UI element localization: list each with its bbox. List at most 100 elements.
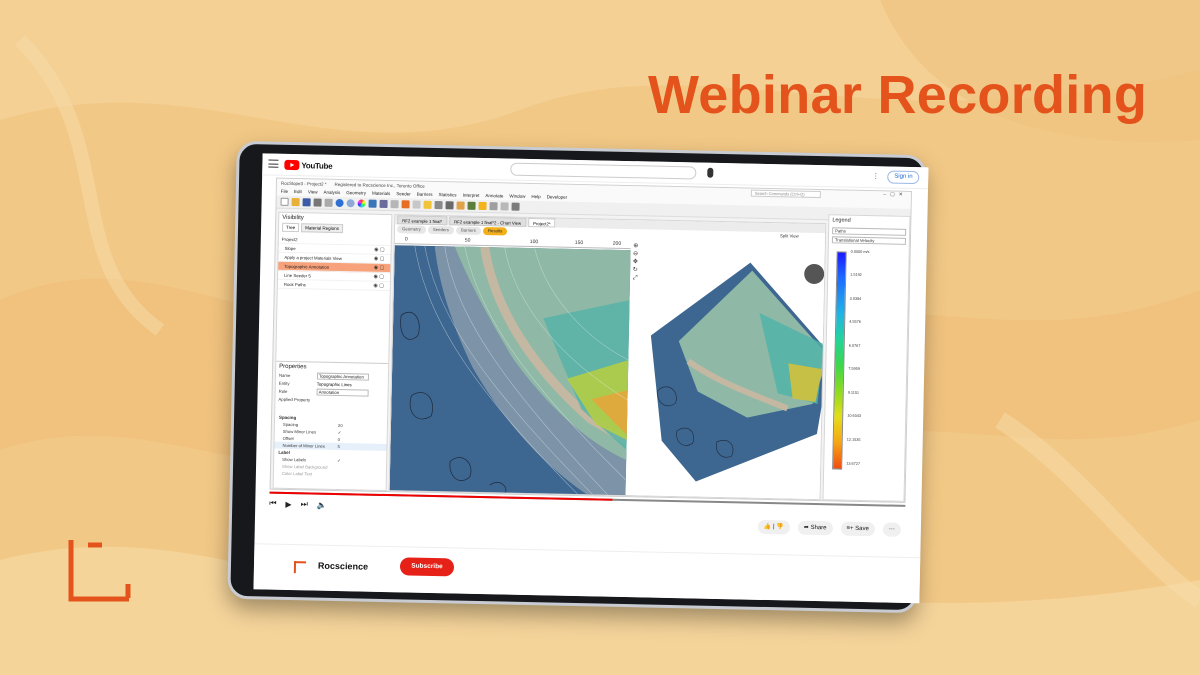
plan-view-map[interactable] <box>389 245 631 498</box>
youtube-logo[interactable]: YouTube <box>284 159 332 172</box>
menu-analysis[interactable]: Analysis <box>323 189 340 197</box>
offset-value[interactable]: 0 <box>338 436 340 443</box>
doc-tab[interactable]: Project2* <box>528 217 556 228</box>
menu-geometry[interactable]: Geometry <box>346 189 366 197</box>
materials-icon[interactable] <box>368 199 377 208</box>
channel-logo-icon[interactable] <box>293 561 307 574</box>
save-button[interactable]: ≡+ Save <box>840 521 876 537</box>
barrier-icon[interactable] <box>412 200 421 209</box>
save-icon[interactable] <box>302 198 311 207</box>
pan-icon[interactable]: ✥ <box>630 258 640 266</box>
menu-barriers[interactable]: Barriers <box>417 191 433 199</box>
property-role-select[interactable]: Annotation <box>316 388 369 397</box>
open-folder-icon[interactable] <box>291 197 300 207</box>
new-file-icon[interactable] <box>280 197 289 206</box>
doc-tab[interactable]: RF2 example 1 final* <box>397 215 448 226</box>
tab-tree[interactable]: Tree <box>281 222 300 233</box>
share-icon: ➦ <box>803 524 809 531</box>
show-labels-checkbox[interactable]: ✓ <box>337 457 341 464</box>
more-actions-button[interactable]: ⋯ <box>882 522 902 537</box>
print-icon[interactable] <box>313 198 322 207</box>
ruler-tick: 100 <box>529 238 539 246</box>
label-row: Color Label Text <box>274 470 386 479</box>
eye-icon[interactable]: ◉ ▢ <box>374 255 385 264</box>
legend-value: 3.0384 <box>849 296 862 301</box>
property-name-field[interactable]: Topographic Annotation <box>316 372 370 381</box>
menu-statistics[interactable]: Statistics <box>438 191 457 199</box>
legend-value: 13.6727 <box>846 461 861 466</box>
save-icon: ≡+ <box>846 525 854 532</box>
menu-edit[interactable]: Edit <box>294 188 302 196</box>
legend-value: 4.5576 <box>849 319 861 324</box>
window-controls[interactable]: –▢✕ <box>883 191 907 197</box>
visibility-pane: Visibility Tree Material Regions Project… <box>272 211 393 492</box>
legend-data-select[interactable]: Paths <box>832 227 907 236</box>
zoom-in-icon[interactable]: ⊕ <box>631 242 641 250</box>
rotate-icon[interactable]: ↻ <box>630 266 640 274</box>
menu-materials[interactable]: Materials <box>372 190 390 198</box>
compute-icon[interactable] <box>467 201 476 210</box>
tab-seeders[interactable]: Seeders <box>427 225 455 235</box>
report-icon[interactable] <box>500 202 509 211</box>
surface-icon[interactable] <box>379 199 388 208</box>
zoom-out-icon[interactable]: ⊖ <box>631 250 641 258</box>
copy-icon[interactable] <box>324 198 333 207</box>
volume-icon[interactable]: 🔈 <box>317 500 327 509</box>
sign-in-button[interactable]: Sign in <box>887 170 920 185</box>
play-icon[interactable]: ▶ <box>285 499 291 508</box>
menu-developer[interactable]: Developer <box>547 193 568 201</box>
color-wheel-icon[interactable] <box>357 199 366 208</box>
menu-annotate[interactable]: Annotate <box>485 192 503 200</box>
tab-geometry[interactable]: Geometry <box>396 225 427 234</box>
doc-tab[interactable]: RF2 example 1 final*2 - Chart View <box>449 216 527 227</box>
split-view-button[interactable]: Split View <box>780 233 799 238</box>
more-icon[interactable]: ⋮ <box>872 172 879 180</box>
eye-icon[interactable]: ◉ ▢ <box>374 246 385 255</box>
rocslope-app-window: RocSlope3 - Project2 * Registered to Roc… <box>269 177 912 503</box>
path-tool-icon[interactable] <box>445 201 454 210</box>
results-icon[interactable] <box>478 201 487 211</box>
menu-view[interactable]: View <box>308 188 318 196</box>
menu-help[interactable]: Help <box>531 193 540 201</box>
mic-icon[interactable] <box>707 167 714 178</box>
tree-item-rock-paths[interactable]: Rock Paths ◉ ▢ <box>277 279 390 292</box>
command-search-input[interactable]: Search Commands (Ctrl+Q) <box>750 189 821 199</box>
dislike-icon[interactable]: 👎 <box>776 524 784 530</box>
legend-colorbar <box>832 251 847 470</box>
legend-variable-select[interactable]: Translational Velocity <box>831 236 906 245</box>
share-button[interactable]: ➦ Share <box>797 520 833 536</box>
show-minor-lines-checkbox[interactable]: ✓ <box>338 429 342 436</box>
skip-forward-icon[interactable]: ⏭ <box>301 499 308 509</box>
select-icon[interactable] <box>423 200 432 209</box>
tab-results[interactable]: Results <box>482 226 508 236</box>
3d-view-map[interactable] <box>635 240 827 501</box>
share-label: Share <box>810 524 827 532</box>
line-tool-icon[interactable] <box>434 200 443 210</box>
menu-icon[interactable] <box>268 159 279 168</box>
export-icon[interactable] <box>511 202 520 211</box>
menu-interpret[interactable]: Interpret <box>463 192 480 200</box>
undo-icon[interactable] <box>335 198 344 208</box>
youtube-search-input[interactable] <box>510 162 697 180</box>
menu-seeder[interactable]: Seeder <box>396 190 411 198</box>
minor-lines-value[interactable]: 5 <box>337 443 339 450</box>
tab-barriers[interactable]: Barriers <box>455 226 482 235</box>
headline: Webinar Recording <box>648 65 1148 125</box>
redo-icon[interactable] <box>346 199 355 208</box>
tab-material-regions[interactable]: Material Regions <box>301 223 344 234</box>
eye-icon[interactable]: ◉ ▢ <box>373 273 385 282</box>
chart-icon[interactable] <box>489 202 498 211</box>
menu-window[interactable]: Window <box>509 193 525 201</box>
eye-icon[interactable]: ◉ ▢ <box>374 264 385 273</box>
subscribe-button[interactable]: Subscribe <box>399 557 455 577</box>
seeder-icon[interactable] <box>401 200 410 209</box>
channel-name[interactable]: Rocscience <box>318 561 368 572</box>
eye-icon[interactable]: ◉ ▢ <box>373 282 384 291</box>
measure-icon[interactable] <box>456 201 465 210</box>
menu-file[interactable]: File <box>281 188 288 196</box>
skip-back-icon[interactable]: ⏮ <box>269 499 276 509</box>
fit-extents-icon[interactable]: ⤢ <box>630 274 640 282</box>
edit-icon[interactable] <box>390 200 399 209</box>
legend-labels: 0.0000 m/s 1.5192 3.0384 4.5576 6.0767 7… <box>846 250 901 473</box>
like-icon[interactable]: 👍 <box>764 524 772 530</box>
